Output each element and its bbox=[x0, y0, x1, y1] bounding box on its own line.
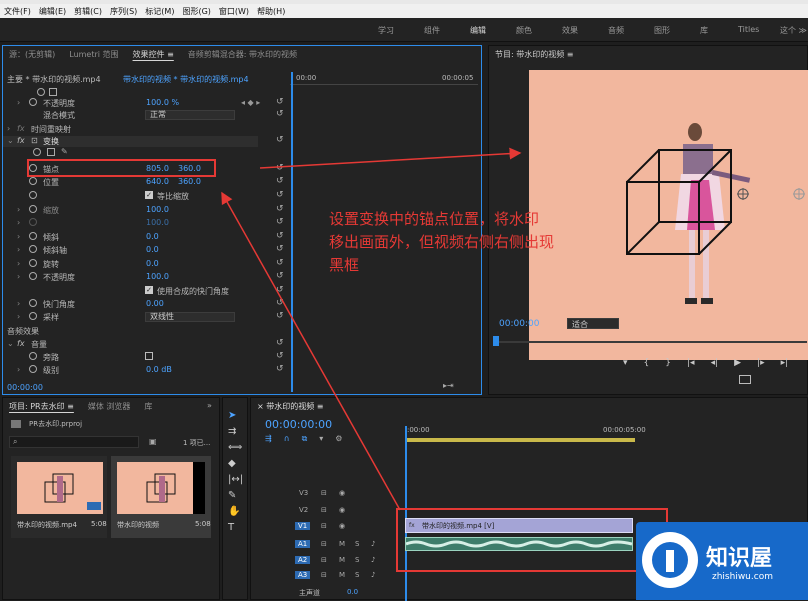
watermark-brand: 知识屋 bbox=[706, 546, 773, 571]
watermark-url: zhishiwu.com bbox=[712, 572, 773, 582]
annotation-arrows bbox=[221, 147, 522, 511]
annotation-line: 设置变换中的锚点位置，将水印 bbox=[329, 210, 540, 228]
site-watermark: 知识屋 zhishiwu.com bbox=[636, 522, 808, 600]
annotation-line: 移出画面外，但视频右侧右侧出现 bbox=[329, 233, 555, 251]
annotation-text: 设置变换中的锚点位置，将水印 移出画面外，但视频右侧右侧出现 黑框 bbox=[329, 208, 629, 277]
annotation-line: 黑框 bbox=[329, 256, 360, 274]
watermark-logo-icon bbox=[642, 532, 698, 588]
